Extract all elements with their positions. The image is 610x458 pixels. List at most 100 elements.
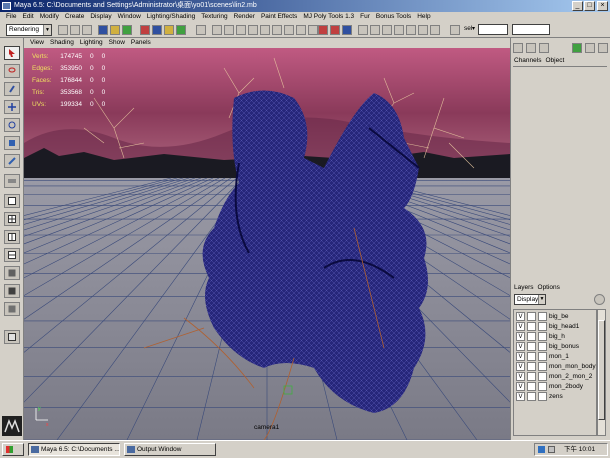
layer-color-swatch[interactable]	[538, 352, 547, 361]
layer-color-swatch[interactable]	[538, 362, 547, 371]
layer-color-swatch[interactable]	[538, 382, 547, 391]
layer-row[interactable]: Vmon_2body	[514, 382, 596, 392]
move-tool-button[interactable]	[4, 100, 20, 114]
snap-plane-icon[interactable]	[176, 25, 186, 35]
status-line-tool-icon[interactable]	[430, 25, 440, 35]
channel-box-menu-item[interactable]: Object	[545, 57, 564, 64]
new-scene-icon[interactable]	[58, 25, 68, 35]
save-scene-icon[interactable]	[82, 25, 92, 35]
layout-single-button[interactable]	[4, 194, 20, 208]
status-line-tool-icon[interactable]	[370, 25, 380, 35]
ipr-render-icon[interactable]	[330, 25, 340, 35]
panel-menu-item[interactable]: Show	[106, 38, 128, 48]
layer-visibility-toggle[interactable]: V	[516, 312, 525, 321]
status-line-tool-icon[interactable]	[260, 25, 270, 35]
channel-only-icon[interactable]	[585, 43, 595, 53]
layout-two-side-button[interactable]	[4, 230, 20, 244]
status-line-tool-icon[interactable]	[212, 25, 222, 35]
attribute-editor-toggle-icon[interactable]	[526, 43, 536, 53]
layer-color-swatch[interactable]	[538, 332, 547, 341]
layer-visibility-toggle[interactable]: V	[516, 322, 525, 331]
status-line-tool-icon[interactable]	[394, 25, 404, 35]
status-line-tool-icon[interactable]	[248, 25, 258, 35]
layout-custom-button[interactable]	[4, 330, 20, 344]
channel-box-menu-item[interactable]: Channels	[514, 57, 541, 64]
menu-item[interactable]: Help	[414, 12, 433, 22]
status-line-tool-icon[interactable]	[296, 25, 306, 35]
layer-list-scrollbar[interactable]	[597, 309, 606, 436]
menu-item[interactable]: Render	[231, 12, 258, 22]
last-tool-button[interactable]	[4, 174, 20, 188]
selection-name-input[interactable]	[478, 24, 508, 35]
maximize-button[interactable]: □	[584, 1, 595, 11]
panel-menu-item[interactable]: Shading	[47, 38, 77, 48]
menu-item[interactable]: Display	[87, 12, 114, 22]
render-globals-icon[interactable]	[342, 25, 352, 35]
history-icon[interactable]	[196, 25, 206, 35]
layer-visibility-toggle[interactable]: V	[516, 392, 525, 401]
layer-type-dropdown[interactable]: Display ▼	[514, 294, 546, 305]
status-line-tool-icon[interactable]	[418, 25, 428, 35]
layer-color-swatch[interactable]	[538, 322, 547, 331]
layer-color-swatch[interactable]	[538, 342, 547, 351]
menu-item[interactable]: Texturing	[198, 12, 230, 22]
rotate-tool-button[interactable]	[4, 118, 20, 132]
panel-menu-item[interactable]: Lighting	[77, 38, 106, 48]
scale-tool-button[interactable]	[4, 136, 20, 150]
menu-set-dropdown[interactable]: Rendering ▼	[6, 24, 52, 36]
snap-curve-icon[interactable]	[152, 25, 162, 35]
layer-row[interactable]: Vbig_h	[514, 332, 596, 342]
status-line-tool-icon[interactable]	[236, 25, 246, 35]
layout-hypershade-button[interactable]	[4, 302, 20, 316]
layer-menu-item[interactable]: Options	[538, 284, 560, 291]
layer-only-icon[interactable]	[598, 43, 608, 53]
layer-display-type-toggle[interactable]	[527, 382, 536, 391]
menu-item[interactable]: Create	[62, 12, 88, 22]
layer-row[interactable]: Vbig_be	[514, 312, 596, 322]
layer-visibility-toggle[interactable]: V	[516, 372, 525, 381]
layer-row[interactable]: Vbig_bonus	[514, 342, 596, 352]
menu-item[interactable]: Paint Effects	[258, 12, 300, 22]
layer-visibility-toggle[interactable]: V	[516, 382, 525, 391]
status-line-tool-icon[interactable]	[284, 25, 294, 35]
layer-display-type-toggle[interactable]	[527, 312, 536, 321]
layer-row[interactable]: Vmon_2_mon_2	[514, 372, 596, 382]
layer-display-type-toggle[interactable]	[527, 332, 536, 341]
channel-layer-toggle-icon[interactable]	[572, 43, 582, 53]
menu-item[interactable]: Bonus Tools	[373, 12, 414, 22]
layer-display-type-toggle[interactable]	[527, 372, 536, 381]
tool-settings-toggle-icon[interactable]	[539, 43, 549, 53]
layer-display-type-toggle[interactable]	[527, 322, 536, 331]
layer-visibility-toggle[interactable]: V	[516, 362, 525, 371]
status-line-tool-icon[interactable]	[358, 25, 368, 35]
close-button[interactable]: ×	[597, 1, 608, 11]
channel-box-toggle-icon[interactable]	[513, 43, 523, 53]
layer-row[interactable]: Vbig_head1	[514, 322, 596, 332]
menu-item[interactable]: Window	[115, 12, 144, 22]
snap-grid-icon[interactable]	[140, 25, 150, 35]
render-icon[interactable]	[318, 25, 328, 35]
layer-row[interactable]: Vmon_mon_body	[514, 362, 596, 372]
layer-display-type-toggle[interactable]	[527, 362, 536, 371]
layer-visibility-toggle[interactable]: V	[516, 352, 525, 361]
scrollbar-thumb[interactable]	[598, 320, 605, 420]
lasso-tool-button[interactable]	[4, 64, 20, 78]
paint-select-tool-button[interactable]	[4, 82, 20, 96]
select-component-icon[interactable]	[122, 25, 132, 35]
layer-display-type-toggle[interactable]	[527, 342, 536, 351]
menu-item[interactable]: MJ Poly Tools 1.3	[300, 12, 357, 22]
layer-visibility-toggle[interactable]: V	[516, 332, 525, 341]
open-scene-icon[interactable]	[70, 25, 80, 35]
layer-row[interactable]: Vzens	[514, 392, 596, 402]
command-input[interactable]	[512, 24, 550, 35]
menu-item[interactable]: File	[3, 12, 19, 22]
select-hierarchy-icon[interactable]	[98, 25, 108, 35]
panel-menu-item[interactable]: Panels	[128, 38, 154, 48]
snap-point-icon[interactable]	[164, 25, 174, 35]
network-icon[interactable]	[538, 446, 545, 453]
start-button[interactable]	[2, 443, 24, 456]
status-line-tool-icon[interactable]	[272, 25, 282, 35]
manipulator-tool-button[interactable]	[4, 154, 20, 168]
taskbar-button-maya[interactable]: Maya 6.5: C:\Documents ...	[28, 443, 120, 456]
layout-two-stacked-button[interactable]	[4, 248, 20, 262]
